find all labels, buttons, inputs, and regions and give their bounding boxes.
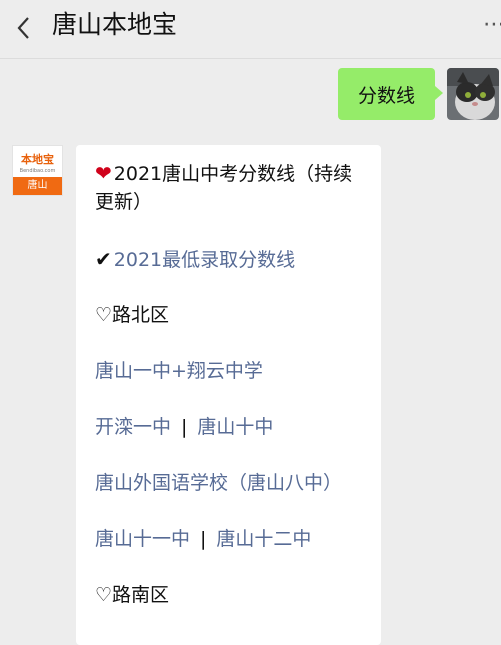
link-tangshan-shizhong[interactable]: 唐山十中 [197,416,273,438]
cat-avatar-icon [447,68,499,120]
check-mark-icon: ✔ [95,247,112,271]
link-foreign-language-school[interactable]: 唐山外国语学校（唐山八中） [95,469,371,497]
bot-reply-bubble: ❤ 2021唐山中考分数线（持续更新） ✔ 2021最低录取分数线 ♡路北区 唐山一… [76,145,381,645]
user-avatar[interactable] [447,68,499,120]
more-options-icon[interactable]: ⋯ [483,12,501,37]
section-north-heading: ♡路北区 [95,304,170,326]
back-arrow-icon[interactable] [14,14,34,42]
link-separator: | [181,416,188,438]
chat-title: 唐山本地宝 [52,10,178,39]
reply-subtitle-line: ✔ 2021最低录取分数线 [95,245,371,274]
user-message-text: 分数线 [357,84,415,107]
reply-title: 2021唐山中考分数线（持续更新） [95,163,353,213]
red-heart-icon: ❤ [95,161,112,185]
bendibao-logo-text: 本地宝 [21,153,54,166]
link-row-2: 开滦一中 | 唐山十中 [95,413,371,441]
link-kailuan-yizhong[interactable]: 开滦一中 [95,416,171,438]
link-row-4: 唐山十一中 | 唐山十二中 [95,525,371,553]
bendibao-logo-domain: Bendibao.com [19,168,56,174]
section-south-heading: ♡路南区 [95,584,170,606]
link-tangshan-shierzhong[interactable]: 唐山十二中 [216,528,311,550]
link-separator: | [200,528,207,550]
bendibao-avatar[interactable]: 本地宝 Bendibao.com 唐山 [12,145,63,196]
bendibao-logo-city: 唐山 [13,177,62,195]
user-message-bubble: 分数线 [338,68,443,120]
link-tangshan-yizhong[interactable]: 唐山一中+翔云中学 [95,357,371,385]
min-score-link[interactable]: 2021最低录取分数线 [114,249,295,271]
reply-title-line: ❤ 2021唐山中考分数线（持续更新） [95,159,371,216]
link-tangshan-shiyizhong[interactable]: 唐山十一中 [95,528,190,550]
chat-header: 唐山本地宝 ⋯ [0,0,501,59]
